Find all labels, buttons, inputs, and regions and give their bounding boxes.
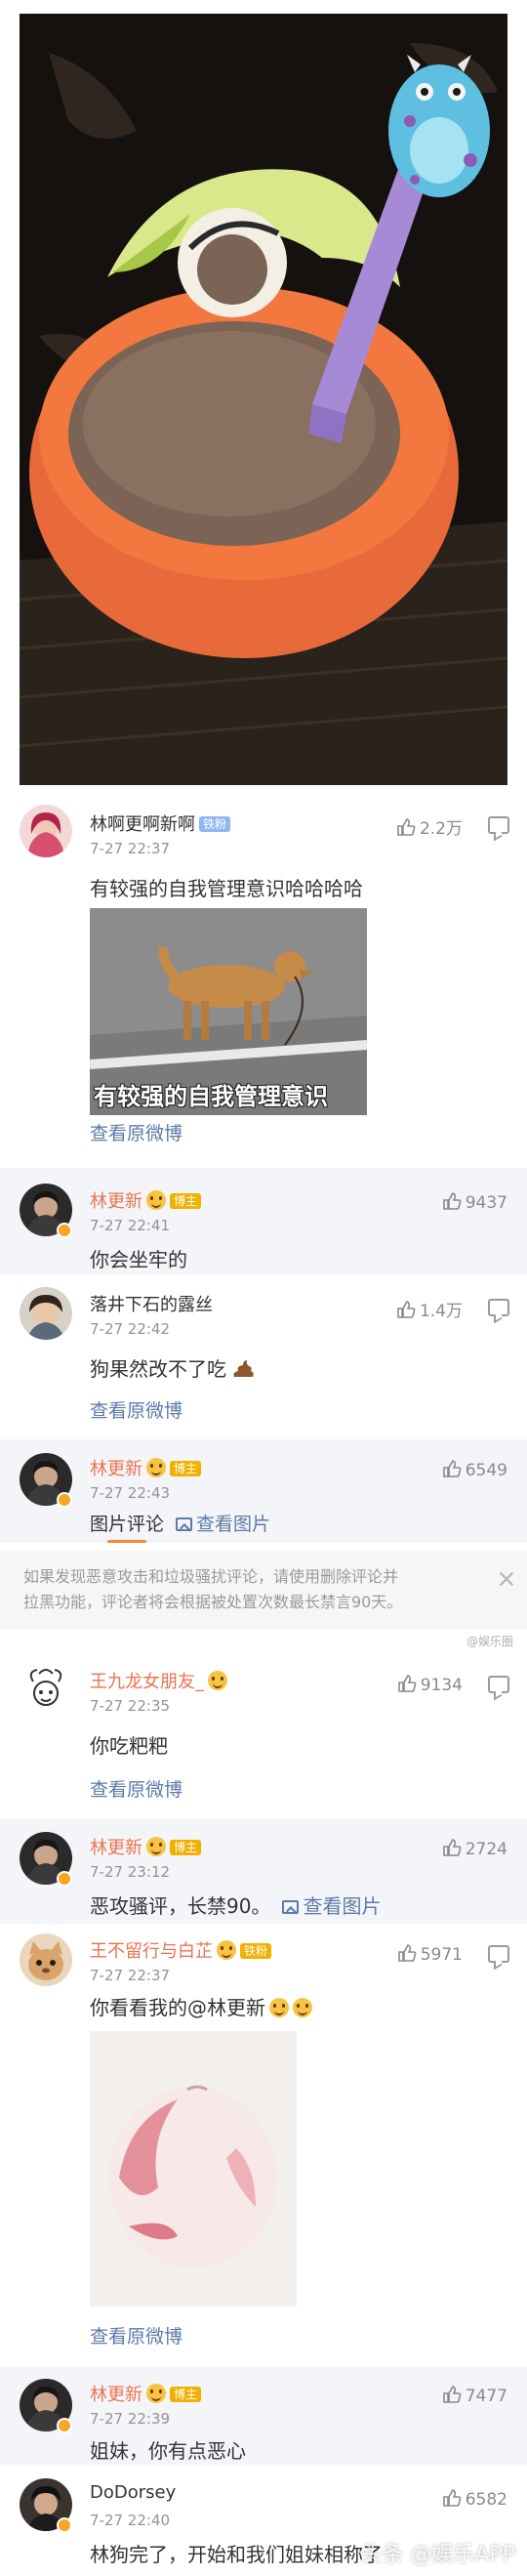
comment: 王九龙女朋友_ 7-27 22:35 9134 你吃粑粑 查看原微博 [0, 1660, 527, 1807]
emoji-icon [146, 1458, 166, 1477]
emoji-icon [146, 2384, 166, 2403]
comment-time: 7-27 22:35 [90, 1697, 171, 1715]
commenter-name[interactable]: DoDorsey [90, 2482, 176, 2503]
thumb-up-icon [442, 1192, 462, 1210]
laugh-emoji-icon [293, 1998, 312, 2017]
view-image-link[interactable]: 查看图片 [176, 1514, 270, 1535]
v-badge-icon [57, 2418, 72, 2433]
close-icon[interactable] [498, 1570, 515, 1588]
emoji-icon [146, 1837, 166, 1856]
commenter-name[interactable]: 王不留行与白芷 铁粉 [90, 1937, 272, 1963]
reply-icon[interactable] [488, 1676, 509, 1693]
notice-line-1: 如果发现恶意攻击和垃圾骚扰评论，请使用删除评论并 [23, 1567, 399, 1586]
commenter-name[interactable]: 林更新 博主 [90, 2381, 202, 2406]
emoji-icon [208, 1671, 227, 1690]
comment-text: 有较强的自我管理意识哈哈哈哈 [90, 877, 363, 900]
watermark-small: @娱乐圈 [466, 1635, 513, 1648]
comment-time: 7-27 22:37 [90, 840, 171, 857]
commenter-name[interactable]: 林更新 博主 [90, 1834, 202, 1859]
comment: 落井下石的露丝 7-27 22:42 1.4万 狗果然改不了吃 查看原微博 [0, 1283, 527, 1428]
author-reply: 林更新 博主 7-27 22:39 7477 姐妹，你有点恶心 [0, 2367, 527, 2465]
like-button[interactable]: 7477 [442, 2385, 507, 2406]
thumb-up-icon [442, 2489, 462, 2507]
like-button[interactable]: 6582 [442, 2488, 507, 2510]
comment-time: 7-27 22:42 [90, 1320, 171, 1338]
image-icon [176, 1517, 193, 1531]
thumb-up-icon [397, 1675, 417, 1692]
comment-text: 恶攻骚评，长禁90。 查看图片 [90, 1894, 382, 1918]
author-reply: 林更新 博主 7-27 22:43 6549 图片评论 查看图片 [0, 1439, 527, 1543]
thumb-up-icon [397, 818, 416, 836]
emoji-icon [217, 1940, 236, 1960]
avatar[interactable] [20, 1287, 72, 1340]
comment-image[interactable] [90, 2031, 297, 2306]
author-reply: 林更新 博主 7-27 23:12 2724 恶攻骚评，长禁90。 查看图片 [0, 1818, 527, 1924]
thumb-up-icon [397, 1944, 417, 1962]
comment-time: 7-27 22:39 [90, 2410, 171, 2428]
comment-image[interactable]: 有较强的自我管理意识 [90, 908, 367, 1115]
thumb-up-icon [442, 1460, 462, 1477]
comment-text: 姐妹，你有点恶心 [90, 2439, 246, 2463]
thumb-up-icon [442, 2386, 462, 2403]
like-button[interactable]: 2724 [442, 1838, 507, 1859]
comment-time: 7-27 22:41 [90, 1217, 171, 1234]
like-button[interactable]: 9134 [397, 1674, 463, 1695]
commenter-name[interactable]: 林更新 博主 [90, 1187, 202, 1213]
like-button[interactable]: 2.2万 [396, 814, 463, 839]
author-badge: 博主 [170, 1193, 202, 1209]
emoji-icon [146, 1190, 166, 1210]
image-comment-tabs: 图片评论 查看图片 [90, 1510, 270, 1536]
author-badge: 博主 [170, 1840, 202, 1855]
view-original-link[interactable]: 查看原微博 [90, 2322, 182, 2348]
comment-text: 你看看我的@林更新 [90, 1992, 312, 2020]
comment-time: 7-27 22:40 [90, 2512, 171, 2529]
tab-image-comments[interactable]: 图片评论 [90, 1514, 164, 1535]
commenter-name[interactable]: 林啊更啊新啊 铁粉 [90, 810, 231, 836]
view-original-link[interactable]: 查看原微博 [90, 1775, 182, 1802]
comment-text: 你会坐牢的 [90, 1248, 187, 1271]
reply-icon[interactable] [488, 816, 509, 834]
poop-emoji-icon [233, 1360, 255, 1377]
like-button[interactable]: 6549 [442, 1459, 507, 1480]
avatar[interactable] [20, 1664, 72, 1717]
fan-badge: 铁粉 [199, 816, 231, 832]
v-badge-icon [57, 1223, 72, 1238]
view-image-link[interactable]: 查看图片 [282, 1894, 381, 1918]
comment-time: 7-27 23:12 [90, 1863, 171, 1881]
author-badge: 博主 [170, 2387, 202, 2402]
fan-badge: 铁粉 [240, 1943, 272, 1959]
avatar[interactable] [20, 1933, 72, 1986]
view-original-link[interactable]: 查看原微博 [90, 1119, 182, 1145]
image-icon [282, 1900, 300, 1914]
moderation-notice: 如果发现恶意攻击和垃圾骚扰评论，请使用删除评论并 拉黑功能，评论者将会根据被处置… [0, 1551, 527, 1629]
comment-text: 林狗完了，开始和我们姐妹相称了 [90, 2543, 383, 2566]
commenter-name[interactable]: 落井下石的露丝 [90, 1291, 213, 1316]
thumb-up-icon [442, 1839, 462, 1856]
commenter-name[interactable]: 林更新 博主 [90, 1455, 202, 1480]
v-badge-icon [57, 1871, 72, 1887]
comment-text: 狗果然改不了吃 [90, 1353, 255, 1382]
reply-icon[interactable] [488, 1299, 509, 1316]
like-button[interactable]: 1.4万 [396, 1297, 463, 1321]
like-button[interactable]: 9437 [442, 1191, 507, 1213]
image-caption: 有较强的自我管理意识 [94, 1083, 328, 1110]
reply-icon[interactable] [488, 1945, 509, 1963]
view-original-link[interactable]: 查看原微博 [90, 1396, 182, 1423]
watermark: 头条 @娱乐APP [360, 2543, 515, 2567]
comment-time: 7-27 22:43 [90, 1484, 171, 1502]
author-badge: 博主 [170, 1461, 202, 1476]
thumb-up-icon [397, 1301, 416, 1318]
comment-text: 你吃粑粑 [90, 1734, 168, 1758]
notice-line-2: 拉黑功能，评论者将会根据被处置次数最长禁言90天。 [23, 1593, 403, 1611]
laugh-emoji-icon [269, 1998, 289, 2017]
post-photo[interactable] [20, 14, 507, 785]
v-badge-icon [57, 2517, 72, 2533]
like-button[interactable]: 5971 [397, 1943, 463, 1965]
commenter-name[interactable]: 王九龙女朋友_ [90, 1668, 227, 1693]
avatar[interactable] [20, 805, 72, 857]
comment-time: 7-27 22:37 [90, 1967, 171, 1984]
author-reply: 林更新 博主 7-27 22:41 9437 你会坐牢的 [0, 1168, 527, 1275]
v-badge-icon [57, 1492, 72, 1508]
